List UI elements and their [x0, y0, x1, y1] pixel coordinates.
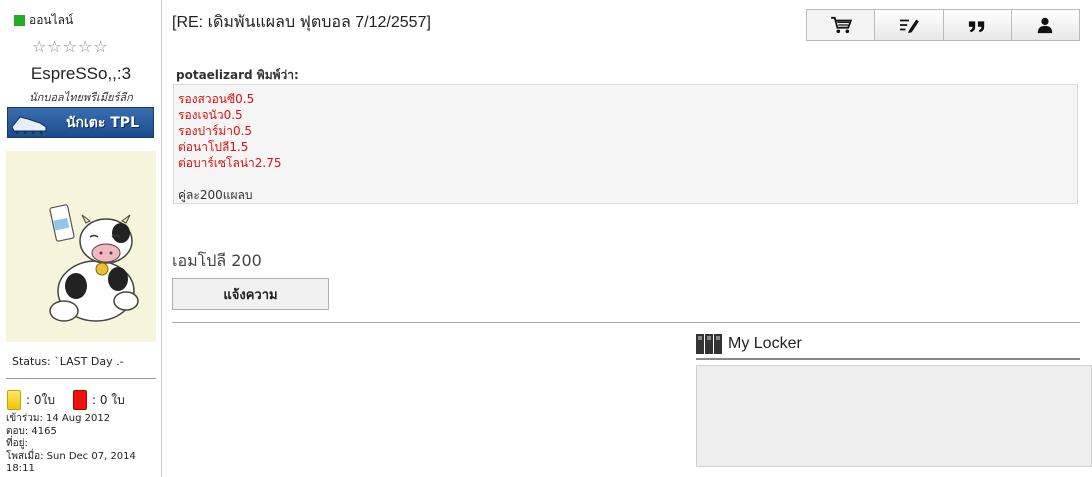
- yellow-card-count: : 0ใบ: [26, 392, 55, 407]
- locker-content: [696, 365, 1092, 467]
- post-time: โพสเมื่อ: Sun Dec 07, 2014 18:11: [6, 450, 136, 475]
- quote-footer: คู่ละ200แผลบ: [178, 188, 253, 202]
- locker-title: My Locker: [728, 335, 802, 352]
- profile-button[interactable]: [1010, 9, 1080, 41]
- football-boot-icon: [11, 116, 47, 135]
- user-profile-panel: ออนไลน์ ☆☆☆☆☆ EspreSSo,,:3 นักบอลไทยพรีเ…: [0, 0, 162, 477]
- user-meta: เข้าร่วม: 14 Aug 2012 ตอบ: 4165 ที่อยู่:…: [6, 413, 161, 476]
- quote-icon: [969, 21, 985, 33]
- cart-icon: [830, 16, 852, 34]
- cards-summary: : 0ใบ : 0 ใบ: [7, 390, 125, 410]
- shop-button[interactable]: [806, 9, 876, 41]
- cow-avatar-image: [6, 151, 156, 342]
- edit-icon: [899, 19, 919, 34]
- rank-title: นักบอลไทยพรีเมียร์ลีก: [29, 91, 133, 104]
- edit-button[interactable]: [874, 9, 944, 41]
- quote-line: ต่อนาโปลี1.5: [178, 140, 249, 154]
- quote-line: รองสวอนซี0.5: [178, 92, 255, 106]
- quote-line: รองปาร์ม่า0.5: [178, 124, 253, 138]
- post-title: [RE: เดิมพันแผลบ ฟุตบอล 7/12/2557]: [172, 14, 431, 31]
- joined-date: เข้าร่วม: 14 Aug 2012: [6, 413, 111, 424]
- online-label: ออนไลน์: [29, 13, 74, 27]
- quote-button[interactable]: [942, 9, 1012, 41]
- reply-count: ตอบ: 4165: [6, 425, 57, 437]
- quote-box: รองสวอนซี0.5 รองเจนัว0.5 รองปาร์ม่า0.5 ต…: [173, 84, 1078, 204]
- locker-divider: [696, 358, 1080, 360]
- location: ที่อยู่:: [6, 438, 28, 449]
- report-button[interactable]: แจ้งความ: [172, 278, 329, 310]
- post-action-bar: [806, 9, 1080, 41]
- avatar: [6, 151, 156, 342]
- locker-header: My Locker: [696, 334, 802, 354]
- online-status: ออนไลน์: [14, 11, 73, 30]
- rank-badge: นักเตะ TPL: [7, 107, 154, 138]
- rank-badge-label: นักเตะ TPL: [65, 114, 139, 131]
- user-status: Status: `LAST Day .-: [12, 355, 124, 368]
- username[interactable]: EspreSSo,,:3: [0, 64, 162, 84]
- online-indicator-icon: [14, 15, 25, 26]
- red-card-count: : 0 ใบ: [91, 392, 125, 407]
- red-card-icon: [72, 390, 87, 410]
- locker-icon: [696, 334, 722, 354]
- profile-divider: [6, 378, 156, 379]
- post-divider: [172, 322, 1080, 323]
- rating-stars: ☆☆☆☆☆: [32, 37, 109, 56]
- quote-line: ต่อบาร์เซโลน่า2.75: [178, 156, 282, 170]
- quote-line: รองเจนัว0.5: [178, 108, 243, 122]
- yellow-card-icon: [7, 390, 21, 410]
- profile-icon: [1038, 17, 1053, 34]
- quote-author: potaelizard พิมพ์ว่า:: [176, 68, 299, 82]
- reply-text: เอมโปลี 200: [172, 251, 262, 270]
